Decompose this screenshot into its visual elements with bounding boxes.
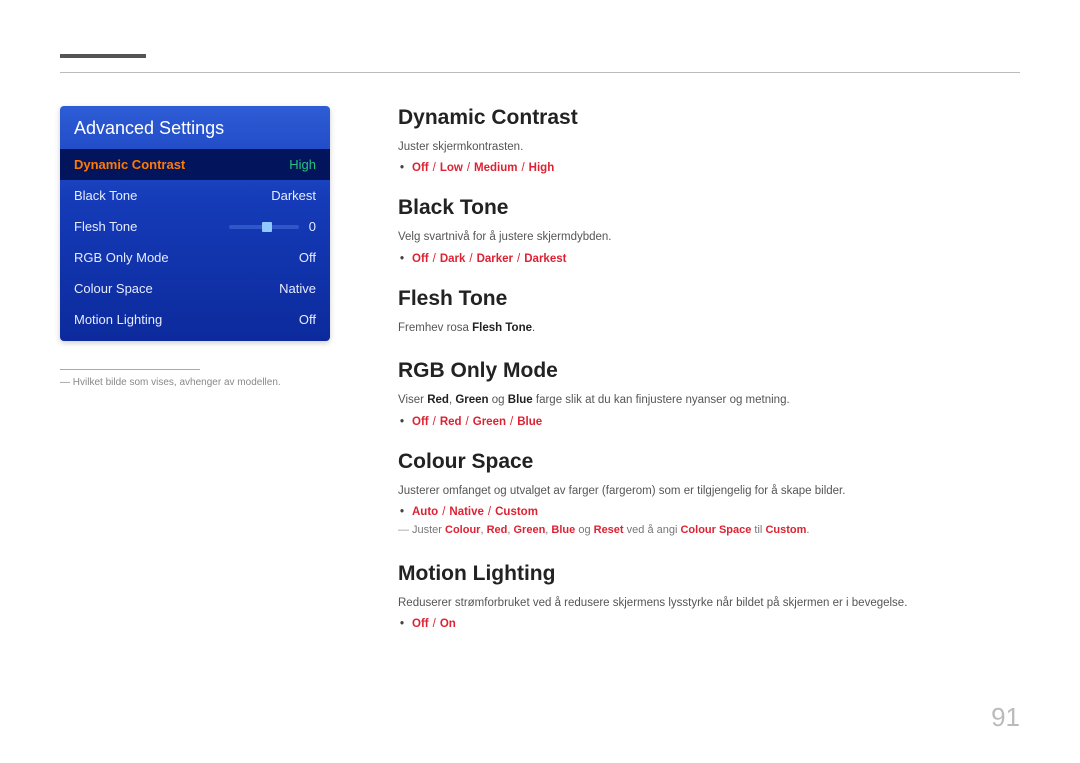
section-heading: Flesh Tone xyxy=(398,287,1020,311)
advanced-settings-panel: Advanced Settings Dynamic Contrast High … xyxy=(60,106,330,341)
panel-value: 0 xyxy=(309,219,316,234)
section-heading: Motion Lighting xyxy=(398,562,1020,586)
colour-space-subnote: Juster Colour, Red, Green, Blue og Reset… xyxy=(398,522,1020,540)
panel-label: Flesh Tone xyxy=(74,219,229,234)
panel-row-flesh-tone[interactable]: Flesh Tone 0 xyxy=(60,211,330,242)
section-heading: RGB Only Mode xyxy=(398,359,1020,383)
model-footnote: Hvilket bilde som vises, avhenger av mod… xyxy=(60,376,350,390)
section-options: Off/Dark/Darker/Darkest xyxy=(398,253,1020,265)
header-accent-bar xyxy=(60,54,146,58)
panel-label: Colour Space xyxy=(74,281,279,296)
section-options: Off/Low/Medium/High xyxy=(398,162,1020,174)
panel-value: Off xyxy=(299,312,316,327)
panel-label: Black Tone xyxy=(74,188,271,203)
section-flesh-tone: Flesh Tone Fremhev rosa Flesh Tone. xyxy=(398,287,1020,337)
slider-thumb[interactable] xyxy=(262,222,272,232)
panel-row-black-tone[interactable]: Black Tone Darkest xyxy=(60,180,330,211)
section-desc: Justerer omfanget og utvalget av farger … xyxy=(398,482,1020,500)
section-heading: Black Tone xyxy=(398,196,1020,220)
header-rule xyxy=(60,72,1020,73)
panel-value: Darkest xyxy=(271,188,316,203)
section-desc: Viser Red, Green og Blue farge slik at d… xyxy=(398,391,1020,409)
panel-value: High xyxy=(289,157,316,172)
panel-label: Motion Lighting xyxy=(74,312,299,327)
section-desc: Velg svartnivå for å justere skjermdybde… xyxy=(398,228,1020,246)
page-number: 91 xyxy=(991,702,1020,733)
section-heading: Colour Space xyxy=(398,450,1020,474)
section-colour-space: Colour Space Justerer omfanget og utvalg… xyxy=(398,450,1020,540)
panel-row-motion-lighting[interactable]: Motion Lighting Off xyxy=(60,304,330,341)
panel-row-rgb-only[interactable]: RGB Only Mode Off xyxy=(60,242,330,273)
section-black-tone: Black Tone Velg svartnivå for å justere … xyxy=(398,196,1020,264)
panel-value: Native xyxy=(279,281,316,296)
panel-label: RGB Only Mode xyxy=(74,250,299,265)
section-rgb-only: RGB Only Mode Viser Red, Green og Blue f… xyxy=(398,359,1020,427)
panel-title: Advanced Settings xyxy=(60,106,330,149)
section-desc: Fremhev rosa Flesh Tone. xyxy=(398,319,1020,337)
section-options: Auto/Native/Custom xyxy=(398,506,1020,518)
panel-row-colour-space[interactable]: Colour Space Native xyxy=(60,273,330,304)
section-options: Off/On xyxy=(398,618,1020,630)
panel-row-dynamic-contrast[interactable]: Dynamic Contrast High xyxy=(60,149,330,180)
section-desc: Juster skjermkontrasten. xyxy=(398,138,1020,156)
section-options: Off/Red/Green/Blue xyxy=(398,416,1020,428)
section-heading: Dynamic Contrast xyxy=(398,106,1020,130)
flesh-tone-slider[interactable] xyxy=(229,225,299,229)
panel-value: Off xyxy=(299,250,316,265)
footnote-rule xyxy=(60,369,200,370)
section-motion-lighting: Motion Lighting Reduserer strømforbruket… xyxy=(398,562,1020,630)
panel-label: Dynamic Contrast xyxy=(74,157,289,172)
section-desc: Reduserer strømforbruket ved å redusere … xyxy=(398,594,1020,612)
section-dynamic-contrast: Dynamic Contrast Juster skjermkontrasten… xyxy=(398,106,1020,174)
